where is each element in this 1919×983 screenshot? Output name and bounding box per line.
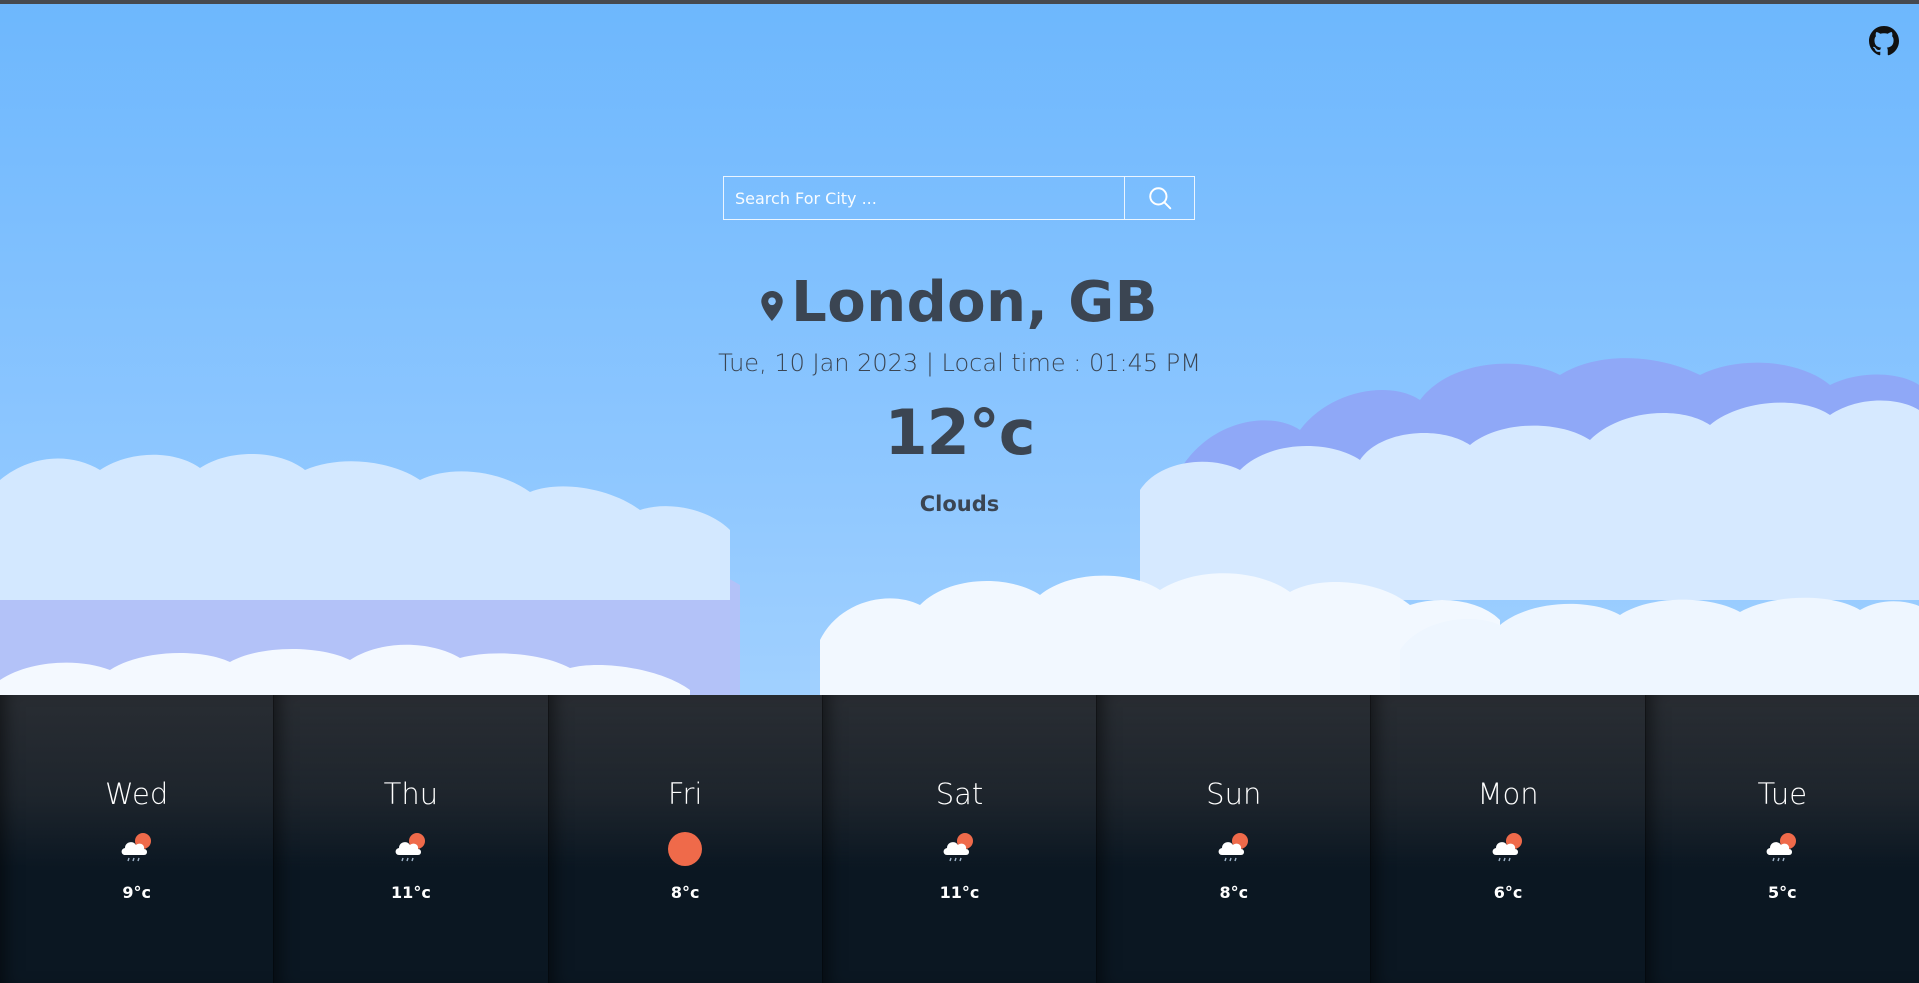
forecast-day-name: Fri [667, 777, 703, 811]
weather-app: London, GB Tue, 10 Jan 2023 | Local time… [0, 0, 1919, 983]
forecast-strip: Wed 9°c Thu 11°c Fri 8°c Sat 11°c Sun 8°c Mon 6°c Tu… [0, 695, 1919, 983]
weather-condition: Clouds [919, 492, 1000, 516]
forecast-day-temperature: 6°c [1493, 883, 1523, 902]
search-bar [723, 176, 1195, 220]
forecast-day-temperature: 11°c [939, 883, 980, 902]
forecast-day-card: Wed 9°c [0, 695, 274, 983]
cloud-sun-rain-icon [1762, 827, 1802, 867]
location-heading: London, GB [0, 270, 1919, 335]
forecast-day-name: Tue [1757, 777, 1808, 811]
search-button[interactable] [1125, 177, 1194, 219]
cloud-sun-rain-icon [117, 827, 157, 867]
location-pin-icon [761, 290, 783, 321]
cloud-sun-rain-icon [1214, 827, 1254, 867]
current-temperature: 12°c [884, 396, 1035, 469]
forecast-day-name: Wed [105, 777, 169, 811]
forecast-day-temperature: 11°c [391, 883, 431, 902]
forecast-day-card: Sun 8°c [1096, 695, 1371, 983]
forecast-day-temperature: 9°c [122, 883, 151, 902]
forecast-day-name: Sun [1206, 777, 1262, 811]
github-icon[interactable] [1869, 26, 1899, 56]
sun-icon [665, 827, 705, 867]
forecast-day-temperature: 8°c [670, 883, 700, 902]
forecast-day-card: Sat 11°c [821, 695, 1097, 983]
forecast-day-card: Thu 11°c [273, 695, 548, 983]
city-name: London, GB [791, 270, 1158, 335]
search-input[interactable] [724, 177, 1125, 219]
forecast-day-name: Mon [1477, 777, 1539, 811]
forecast-day-temperature: 5°c [1768, 883, 1797, 902]
cloud-sun-rain-icon [1488, 827, 1528, 867]
search-icon [1148, 187, 1171, 210]
forecast-day-card: Mon 6°c [1370, 695, 1645, 983]
forecast-day-name: Thu [383, 777, 439, 811]
local-datetime: Tue, 10 Jan 2023 | Local time : 01:45 PM [718, 349, 1201, 377]
cloud-sun-rain-icon [939, 827, 979, 867]
forecast-day-card: Tue 5°c [1644, 695, 1919, 983]
forecast-day-temperature: 8°c [1219, 883, 1249, 902]
cloud-sun-rain-icon [391, 827, 431, 867]
forecast-day-name: Sat [935, 777, 984, 811]
forecast-day-card: Fri 8°c [547, 695, 822, 983]
